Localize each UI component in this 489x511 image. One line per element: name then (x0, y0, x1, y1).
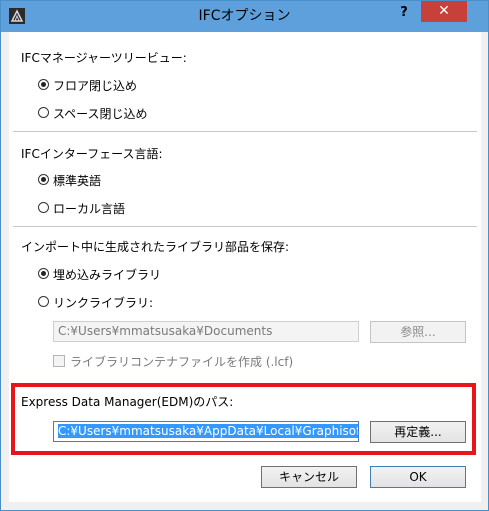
separator (13, 131, 477, 132)
standard-english-label[interactable]: 標準英語 (53, 172, 101, 189)
linked-library-path-field[interactable]: C:¥Users¥mmatsusaka¥Documents (53, 321, 359, 342)
embedded-library-radio[interactable] (38, 268, 49, 279)
standard-english-radio[interactable] (38, 174, 49, 185)
tree-view-heading: IFCマネージャーツリービュー: (21, 51, 187, 65)
linked-library-radio[interactable] (38, 296, 49, 307)
separator (13, 226, 477, 227)
close-button[interactable]: ✕ (421, 1, 467, 22)
edm-highlight-frame (11, 383, 476, 455)
cancel-button[interactable]: キャンセル (261, 466, 357, 488)
interface-language-heading: IFCインターフェース言語: (21, 147, 163, 161)
library-save-heading: インポート中に生成されたライブラリ部品を保存: (21, 240, 290, 254)
local-language-radio[interactable] (38, 202, 49, 213)
floor-containment-radio[interactable] (38, 79, 49, 90)
help-button[interactable]: ? (391, 3, 417, 23)
ok-button[interactable]: OK (370, 466, 466, 488)
space-containment-label[interactable]: スペース閉じ込め (53, 105, 148, 122)
create-container-checkbox[interactable] (53, 355, 65, 367)
floor-containment-label[interactable]: フロア閉じ込め (53, 77, 137, 94)
local-language-label[interactable]: ローカル言語 (53, 200, 125, 217)
create-container-label[interactable]: ライブラリコンテナファイルを作成 (.lcf) (70, 353, 293, 370)
title-bar[interactable]: IFCオプション ? ✕ (1, 1, 488, 32)
linked-library-label[interactable]: リンクライブラリ: (53, 294, 153, 311)
space-containment-radio[interactable] (38, 107, 49, 118)
embedded-library-label[interactable]: 埋め込みライブラリ (53, 266, 161, 283)
browse-button[interactable]: 参照... (370, 321, 466, 343)
